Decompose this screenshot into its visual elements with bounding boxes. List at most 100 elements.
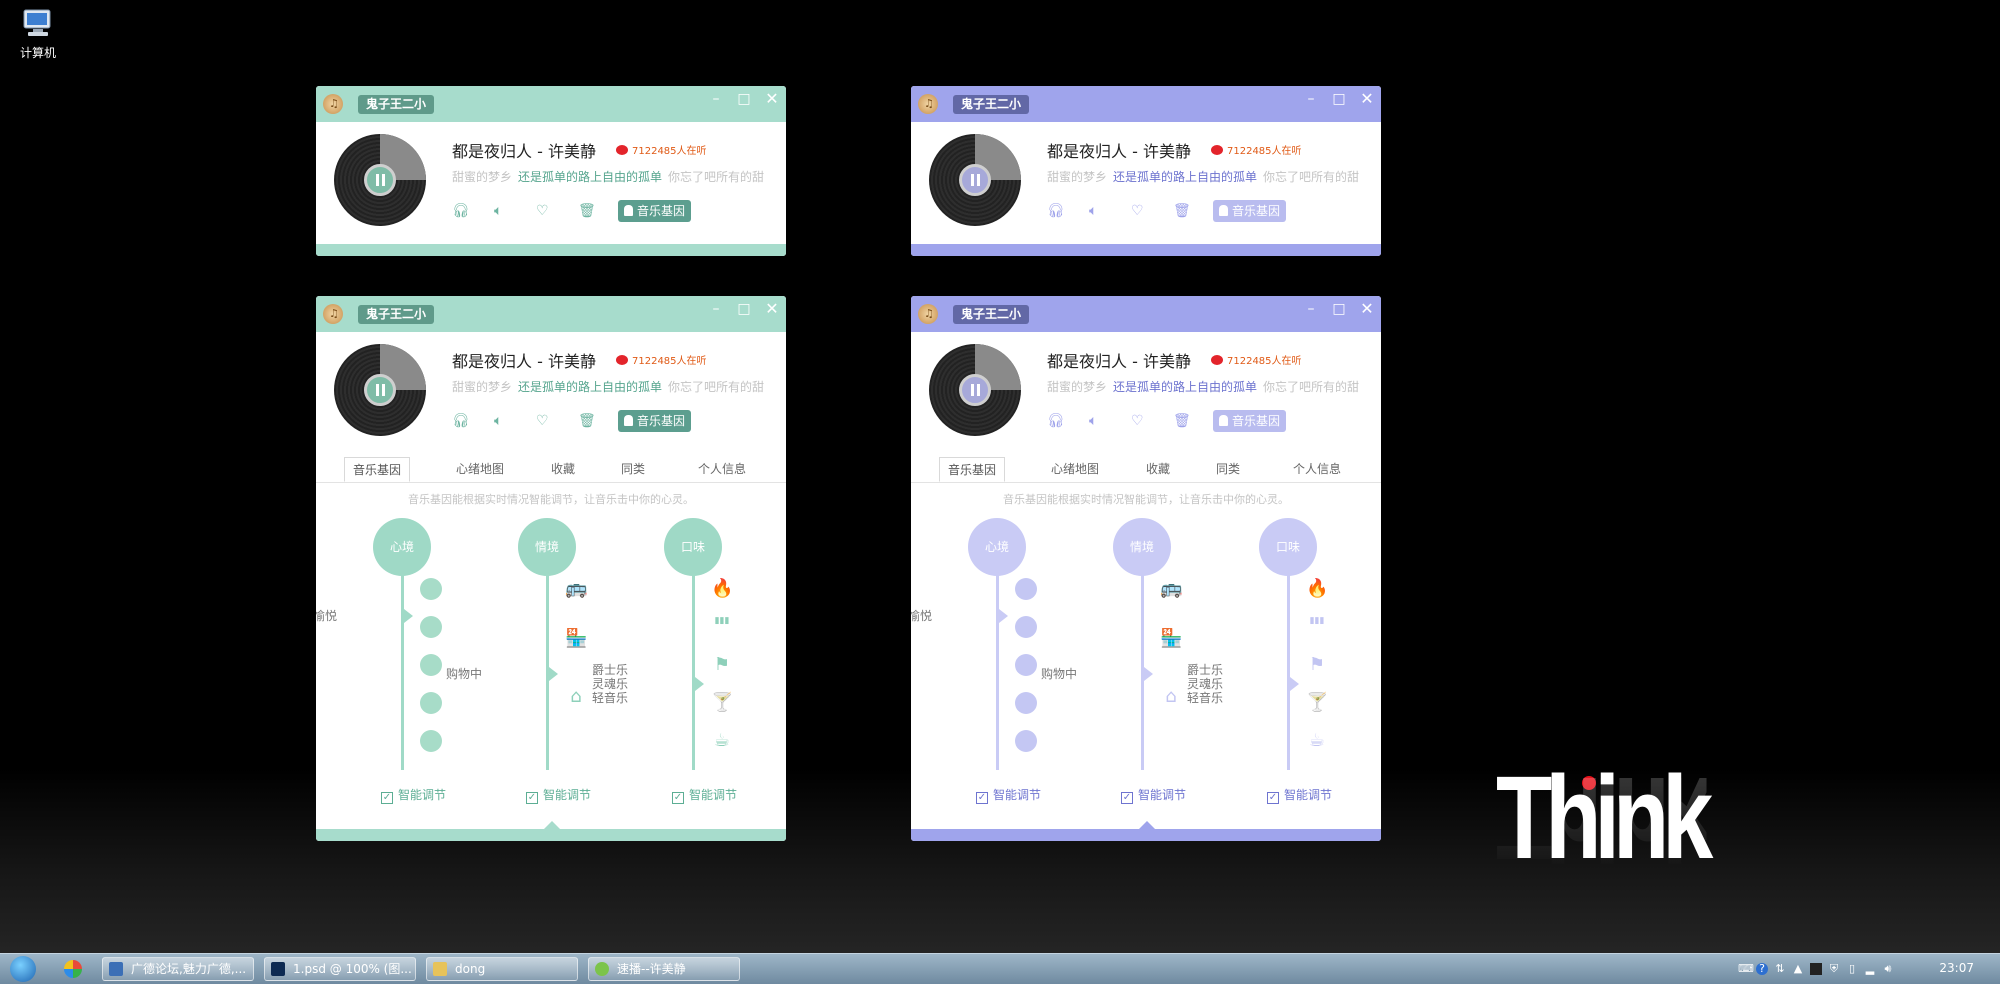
minimize-icon[interactable]: – [1301,89,1321,109]
tab-1[interactable]: 心绪地图 [456,460,504,477]
device-icon[interactable]: ▯ [1846,963,1858,975]
volume-icon[interactable]: 🔈︎ [1089,413,1097,429]
show-hidden-icon[interactable]: ▲ [1792,963,1804,975]
mood-face-icon[interactable] [420,578,442,600]
headphones-icon[interactable]: 🎧︎ [1047,413,1065,429]
start-button[interactable] [6,954,48,984]
flag-icon[interactable]: ⚑ [711,654,733,675]
bars-icon[interactable]: ▮▮▮ [711,616,733,626]
category-bubble[interactable]: 心境 [373,518,431,576]
mood-face-icon[interactable] [420,730,442,752]
close-icon[interactable]: ✕ [762,89,782,109]
smart-adjust-checkbox[interactable]: ✓ 智能调节 [1267,786,1332,804]
music-gene-button[interactable]: 音乐基因 [618,200,692,222]
mood-face-icon[interactable] [1015,654,1037,676]
smart-adjust-checkbox[interactable]: ✓ 智能调节 [381,786,446,804]
close-icon[interactable]: ✕ [1357,299,1377,319]
maximize-icon[interactable]: □ [734,89,754,109]
trash-icon[interactable]: 🗑︎ [578,413,596,429]
music-gene-button[interactable]: 音乐基因 [1213,410,1287,432]
bus-icon[interactable]: 🚌 [565,578,587,599]
mood-face-icon[interactable] [1015,730,1037,752]
taskbar-button-player[interactable]: 速播--许美静 [588,957,740,981]
maximize-icon[interactable]: □ [1329,89,1349,109]
tab-0[interactable]: 音乐基因 [344,457,411,482]
title-bar[interactable]: ♫ 鬼子王二小 – □ ✕ [911,296,1381,332]
cocktail-icon[interactable]: 🍸 [1306,692,1328,713]
maximize-icon[interactable]: □ [734,299,754,319]
mood-face-icon[interactable] [1015,692,1037,714]
bus-icon[interactable]: 🚌 [1160,578,1182,599]
tab-3[interactable]: 同类 [621,460,645,477]
flag-icon[interactable]: ⚑ [1306,654,1328,675]
mood-face-icon[interactable] [1015,616,1037,638]
taskbar-button-folder[interactable]: dong [426,957,578,981]
tab-4[interactable]: 个人信息 [1293,460,1341,477]
headphones-icon[interactable]: 🎧︎ [1047,203,1065,219]
tab-4[interactable]: 个人信息 [698,460,746,477]
heart-icon[interactable]: ♡ [536,203,549,219]
store-icon[interactable]: 🏪 [565,628,587,649]
quicklaunch-icon[interactable] [64,960,82,978]
category-bubble[interactable]: 心境 [968,518,1026,576]
username-tag[interactable]: 鬼子王二小 [953,95,1030,114]
title-bar[interactable]: ♫ 鬼子王二小 – □ ✕ [911,86,1381,122]
volume-icon[interactable]: 🔈︎ [494,413,502,429]
fire-icon[interactable]: 🔥 [1306,578,1328,599]
store-icon[interactable]: 🏪 [1160,628,1182,649]
smart-adjust-checkbox[interactable]: ✓ 智能调节 [1121,786,1186,804]
weibo-icon[interactable] [1211,355,1223,365]
close-icon[interactable]: ✕ [1357,89,1377,109]
weibo-icon[interactable] [616,145,628,155]
play-pause-icon[interactable] [364,164,396,196]
home-icon[interactable]: ⌂ [565,686,587,707]
mood-face-icon[interactable] [420,616,442,638]
username-tag[interactable]: 鬼子王二小 [953,305,1030,324]
title-bar[interactable]: ♫ 鬼子王二小 – □ ✕ [316,296,786,332]
heart-icon[interactable]: ♡ [536,413,549,429]
mood-face-icon[interactable] [420,692,442,714]
title-bar[interactable]: ♫ 鬼子王二小 – □ ✕ [316,86,786,122]
taskbar-button-photoshop[interactable]: 1.psd @ 100% (图... [264,957,416,981]
coffee-icon[interactable]: ☕ [711,730,733,751]
coffee-icon[interactable]: ☕ [1306,730,1328,751]
network-icon[interactable]: ▂ [1864,963,1876,975]
tab-1[interactable]: 心绪地图 [1051,460,1099,477]
tray-arrows-icon[interactable]: ⇅ [1774,963,1786,975]
category-bubble[interactable]: 情境 [518,518,576,576]
smart-adjust-checkbox[interactable]: ✓ 智能调节 [976,786,1041,804]
heart-icon[interactable]: ♡ [1131,413,1144,429]
play-pause-icon[interactable] [959,164,991,196]
maximize-icon[interactable]: □ [1329,299,1349,319]
username-tag[interactable]: 鬼子王二小 [358,305,435,324]
music-gene-button[interactable]: 音乐基因 [1213,200,1287,222]
weibo-icon[interactable] [616,355,628,365]
clock[interactable]: 23:07 [1939,961,1974,975]
fire-icon[interactable]: 🔥 [711,578,733,599]
weibo-icon[interactable] [1211,145,1223,155]
shield-icon[interactable]: ⛨ [1828,963,1840,975]
home-icon[interactable]: ⌂ [1160,686,1182,707]
bars-icon[interactable]: ▮▮▮ [1306,616,1328,626]
play-pause-icon[interactable] [959,374,991,406]
volume-icon[interactable]: 🔈︎ [1089,203,1097,219]
close-icon[interactable]: ✕ [762,299,782,319]
minimize-icon[interactable]: – [706,299,726,319]
category-bubble[interactable]: 口味 [1259,518,1317,576]
keyboard-icon[interactable]: ⌨ [1738,963,1754,975]
mood-face-icon[interactable] [420,654,442,676]
mood-face-icon[interactable] [1015,578,1037,600]
play-pause-icon[interactable] [364,374,396,406]
tray-app-icon[interactable] [1810,963,1822,975]
volume-icon[interactable]: 🔈︎ [494,203,502,219]
help-icon[interactable]: ? [1756,963,1768,975]
smart-adjust-checkbox[interactable]: ✓ 智能调节 [526,786,591,804]
headphones-icon[interactable]: 🎧︎ [452,413,470,429]
trash-icon[interactable]: 🗑︎ [578,203,596,219]
tab-0[interactable]: 音乐基因 [939,457,1006,482]
headphones-icon[interactable]: 🎧︎ [452,203,470,219]
taskbar-button-browser[interactable]: 广德论坛,魅力广德,... [102,957,254,981]
cocktail-icon[interactable]: 🍸 [711,692,733,713]
heart-icon[interactable]: ♡ [1131,203,1144,219]
minimize-icon[interactable]: – [1301,299,1321,319]
